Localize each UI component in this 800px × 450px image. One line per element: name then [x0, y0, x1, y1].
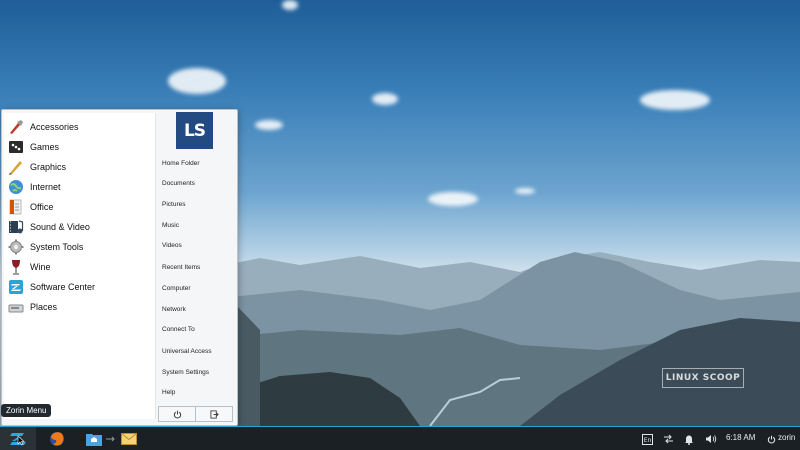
keyboard-layout-indicator[interactable]: En — [640, 431, 654, 447]
office-icon — [7, 198, 25, 216]
menu-category-label: Sound & Video — [30, 221, 90, 232]
zorin-menu: Accessories Games Graphics Internet Office So… — [1, 109, 238, 426]
wine-icon — [7, 258, 25, 276]
watermark-logo: LINUX SCOOP — [662, 368, 744, 388]
notification-bell-icon — [685, 435, 693, 445]
place-help[interactable]: Help — [162, 389, 175, 396]
clock[interactable]: 6:18 AM — [726, 433, 755, 442]
taskbar: En 6:18 AM zorin — [0, 426, 800, 450]
place-connect-to[interactable]: Connect To — [162, 326, 195, 333]
power-button[interactable] — [158, 406, 196, 422]
svg-text:En: En — [643, 437, 651, 444]
zorin-menu-tooltip: Zorin Menu — [1, 404, 52, 417]
place-universal-access[interactable]: Universal Access — [162, 348, 212, 355]
menu-category-label: Software Center — [30, 281, 96, 292]
power-icon — [767, 435, 775, 443]
place-music[interactable]: Music — [162, 222, 179, 229]
volume-indicator[interactable] — [704, 431, 718, 447]
place-computer[interactable]: Computer — [162, 285, 191, 292]
place-network[interactable]: Network — [162, 306, 186, 313]
mouse-cursor-icon — [17, 435, 25, 446]
place-documents[interactable]: Documents — [162, 180, 195, 187]
place-videos[interactable]: Videos — [162, 242, 182, 249]
menu-category-label: Places — [30, 301, 58, 312]
menu-category-label: Internet — [30, 181, 61, 192]
places-icon — [7, 298, 25, 316]
accessories-icon — [7, 118, 25, 136]
place-home-folder[interactable]: Home Folder — [162, 160, 200, 167]
firefox-icon — [50, 432, 64, 446]
mail-icon — [121, 433, 137, 445]
internet-icon — [7, 178, 25, 196]
sound-video-icon — [7, 218, 25, 236]
menu-category-label: Accessories — [30, 121, 79, 132]
menu-category-places[interactable]: Places — [7, 297, 152, 316]
network-icon — [663, 434, 673, 444]
graphics-icon — [7, 158, 25, 176]
separator-arrow-icon — [104, 431, 118, 447]
category-list: Accessories Games Graphics Internet Office So… — [4, 113, 156, 419]
user-menu-power[interactable] — [766, 431, 776, 447]
menu-category-label: Games — [30, 141, 60, 152]
logout-button[interactable] — [195, 406, 233, 422]
menu-category-graphics[interactable]: Graphics — [7, 157, 152, 176]
files-launcher[interactable] — [85, 431, 103, 447]
menu-category-software-center[interactable]: Software Center — [7, 277, 152, 296]
menu-category-games[interactable]: Games — [7, 137, 152, 156]
volume-icon — [706, 435, 717, 443]
network-indicator[interactable] — [661, 431, 675, 447]
files-icon — [86, 434, 102, 446]
software-center-icon — [7, 278, 25, 296]
firefox-launcher[interactable] — [48, 431, 66, 447]
menu-category-label: Office — [30, 201, 54, 212]
menu-category-wine[interactable]: Wine — [7, 257, 152, 276]
menu-category-office[interactable]: Office — [7, 197, 152, 216]
menu-category-system-tools[interactable]: System Tools — [7, 237, 152, 256]
menu-category-label: Wine — [30, 261, 51, 272]
user-name[interactable]: zorin — [778, 433, 795, 442]
menu-category-sound-video[interactable]: Sound & Video — [7, 217, 152, 236]
logout-icon — [209, 409, 219, 419]
keyboard-icon: En — [641, 433, 653, 445]
power-icon — [173, 410, 181, 418]
mail-launcher[interactable] — [120, 431, 138, 447]
user-avatar[interactable]: LS — [176, 112, 213, 149]
place-system-settings[interactable]: System Settings — [162, 369, 209, 376]
notifications-indicator[interactable] — [682, 431, 696, 447]
menu-category-internet[interactable]: Internet — [7, 177, 152, 196]
place-recent-items[interactable]: Recent Items — [162, 264, 200, 271]
system-tools-icon — [7, 238, 25, 256]
place-pictures[interactable]: Pictures — [162, 201, 185, 208]
menu-category-label: System Tools — [30, 241, 84, 252]
menu-category-label: Graphics — [30, 161, 67, 172]
games-icon — [7, 138, 25, 156]
menu-category-accessories[interactable]: Accessories — [7, 117, 152, 136]
